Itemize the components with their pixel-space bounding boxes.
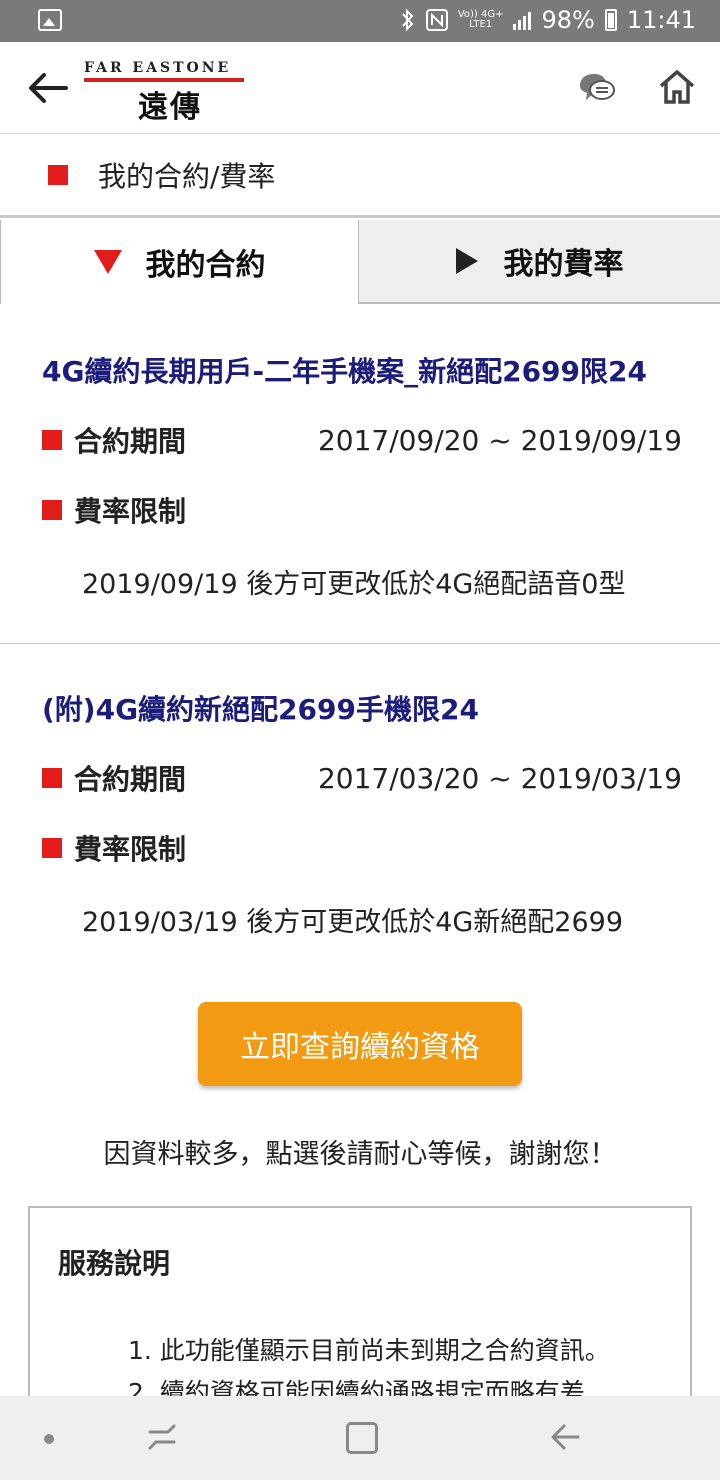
system-nav-bar (0, 1396, 720, 1480)
triangle-down-icon (93, 250, 122, 274)
service-item: 1. 此功能僅顯示目前尚未到期之合約資訊。 (128, 1336, 610, 1365)
app-header: FAR EASTONE 遠傳 (0, 42, 720, 134)
tab-label: 我的合約 (145, 248, 266, 283)
query-renewal-eligibility-button[interactable]: 立即查詢續約資格 (198, 1002, 522, 1086)
home-icon[interactable] (658, 68, 696, 106)
status-icons: Vo)) 4G+ LTE1 98% 11:41 (400, 6, 696, 34)
period-label: 合約期間 (74, 763, 187, 796)
service-description-box: 服務說明 1. 此功能僅顯示目前尚未到期之合約資訊。 2. 續約資格可能因續約通… (28, 1206, 692, 1406)
restriction-label: 費率限制 (74, 495, 187, 528)
tab-label: 我的費率 (503, 247, 624, 282)
nfc-icon (425, 9, 448, 31)
contract-title: 4G續約長期用戶-二年手機案_新絕配2699限24 (42, 355, 647, 388)
rate-restriction-row: 費率限制 (42, 490, 682, 530)
bullet-square-icon (42, 430, 62, 450)
tab-my-rate[interactable]: 我的費率 (359, 220, 720, 304)
back-arrow-icon[interactable] (26, 70, 70, 106)
logo-cn-text: 遠傳 (138, 90, 202, 125)
signal-icon (513, 10, 532, 30)
battery-icon (604, 9, 617, 31)
clock: 11:41 (626, 6, 696, 34)
section-header: 我的合約/費率 (0, 134, 720, 218)
period-value: 2017/03/20 ~ 2019/03/19 (317, 761, 682, 795)
contract-title: (附)4G續約新絕配2699手機限24 (42, 693, 479, 726)
triangle-right-icon (455, 248, 478, 274)
tab-bar: 我的合約 我的費率 (0, 220, 720, 304)
period-label: 合約期間 (74, 425, 187, 458)
network-type: Vo)) 4G+ LTE1 (458, 10, 504, 30)
service-list: 1. 此功能僅顯示目前尚未到期之合約資訊。 2. 續約資格可能因續約通路規定而略… (128, 1330, 610, 1406)
bluetooth-icon (402, 8, 414, 32)
bullet-square-icon (42, 768, 62, 788)
bullet-square-icon (48, 164, 68, 185)
wait-notice: 因資料較多，點選後請耐心等候，謝謝您！ (103, 1139, 617, 1170)
restriction-note: 2019/03/19 後方可更改低於4G新絕配2699 (82, 907, 624, 938)
rate-restriction-row: 費率限制 (42, 828, 682, 868)
contract-period-row: 合約期間 2017/09/20 ~ 2019/09/19 (42, 420, 682, 460)
network-bottom-text: LTE1 (469, 19, 493, 30)
recent-apps-icon[interactable] (144, 1422, 180, 1454)
section-title: 我的合約/費率 (98, 159, 276, 193)
logo-en-text: FAR EASTONE (84, 60, 232, 76)
restriction-note: 2019/09/19 後方可更改低於4G絕配語音0型 (82, 569, 626, 600)
bullet-square-icon (42, 838, 62, 858)
nav-home-icon[interactable] (346, 1422, 378, 1454)
status-bar: Vo)) 4G+ LTE1 98% 11:41 (0, 0, 720, 42)
restriction-label: 費率限制 (74, 833, 187, 866)
fareastone-logo: FAR EASTONE 遠傳 (84, 60, 254, 125)
contract-period-row: 合約期間 2017/03/20 ~ 2019/03/19 (42, 758, 682, 798)
chat-icon[interactable] (576, 70, 616, 104)
bullet-square-icon (42, 500, 62, 520)
tab-my-contract[interactable]: 我的合約 (0, 220, 359, 304)
nav-back-icon[interactable] (548, 1420, 582, 1454)
service-title: 服務說明 (58, 1247, 171, 1280)
period-value: 2017/09/20 ~ 2019/09/19 (317, 423, 682, 457)
divider (0, 643, 720, 644)
gallery-notification-icon (38, 9, 62, 31)
nav-dot-icon[interactable] (44, 1434, 54, 1444)
battery-percent: 98% (541, 6, 595, 34)
